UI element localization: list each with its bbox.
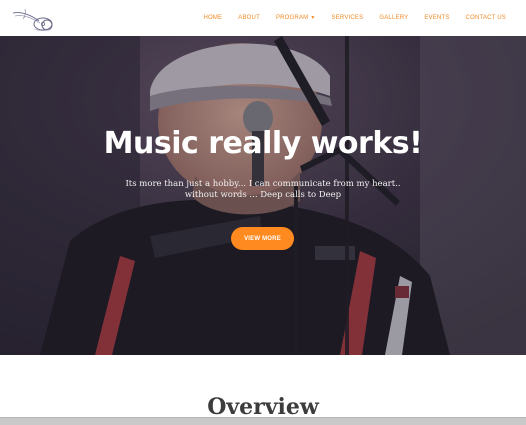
view-more-button[interactable]: VIEW MORE — [231, 227, 294, 250]
nav-contact-us[interactable]: CONTACT US — [466, 15, 506, 21]
hero-subtitle-line1: Its more than just a hobby... I can comm… — [125, 179, 401, 189]
nav-contact-us-label: CONTACT US — [465, 15, 506, 21]
hero-title: Music really works! — [103, 126, 423, 161]
nav-gallery-label: GALLERY — [379, 15, 409, 21]
main-nav: HOME ABOUT PROGRAM ▼ SERVICES GALLERY EV… — [187, 0, 506, 36]
nav-about[interactable]: ABOUT — [238, 15, 260, 21]
nav-program-label: PROGRAM — [275, 15, 309, 21]
chevron-down-icon: ▼ — [310, 15, 316, 21]
nav-services[interactable]: SERVICES — [332, 15, 364, 21]
guitar-logo-icon[interactable] — [11, 7, 55, 33]
navbar: HOME ABOUT PROGRAM ▼ SERVICES GALLERY EV… — [0, 0, 526, 36]
nav-about-label: ABOUT — [238, 15, 260, 21]
nav-services-label: SERVICES — [331, 15, 364, 21]
scroll-divider-bar — [0, 417, 526, 425]
nav-gallery[interactable]: GALLERY — [379, 15, 408, 21]
hero-subtitle-line2: without words ... Deep calls to Deep — [184, 190, 342, 200]
nav-events[interactable]: EVENTS — [424, 15, 449, 21]
hero-section: Music really works! Its more than just a… — [0, 36, 526, 355]
nav-home-label: HOME — [203, 15, 223, 21]
hero-subtitle: Its more than just a hobby... I can comm… — [113, 179, 413, 201]
nav-home[interactable]: HOME — [203, 15, 222, 21]
nav-events-label: EVENTS — [424, 15, 450, 21]
nav-program[interactable]: PROGRAM ▼ — [276, 15, 316, 21]
